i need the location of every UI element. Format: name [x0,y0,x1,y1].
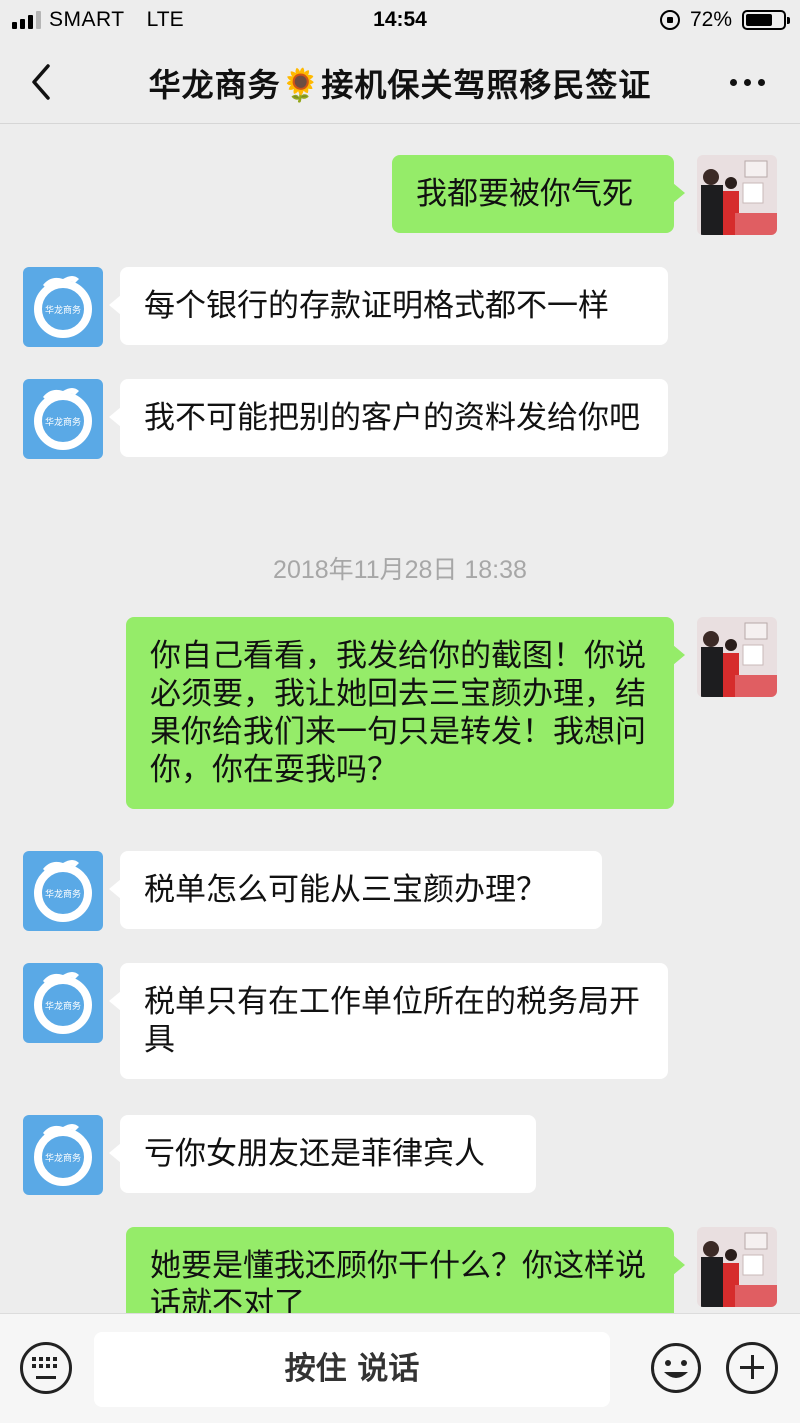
message-list[interactable]: 我都要被你气死 华龙商务 每个银行的存款证明格式都不一样 华龙商务 我不可能把别… [0,125,800,1313]
keyboard-icon [32,1357,60,1368]
message-bubble[interactable]: 你自己看看，我发给你的截图！你说必须要，我让她回去三宝颜办理，结果你给我们来一句… [126,617,685,809]
self-avatar[interactable] [697,155,777,235]
keyboard-toggle-button[interactable] [20,1342,72,1394]
contact-avatar[interactable]: 华龙商务 [23,851,103,931]
chat-header: 华龙商务🌻接机保关驾照移民签证 [0,42,800,124]
contact-avatar[interactable]: 华龙商务 [23,379,103,459]
self-avatar[interactable] [697,617,777,697]
user-photo-avatar [697,1227,777,1307]
hualong-logo-avatar: 华龙商务 [23,1115,103,1195]
hualong-logo-avatar: 华龙商务 [23,379,103,459]
hualong-logo-avatar: 华龙商务 [23,267,103,347]
message-bubble[interactable]: 税单怎么可能从三宝颜办理？ [109,851,602,929]
message-bubble[interactable]: 我都要被你气死 [392,155,685,233]
self-avatar[interactable] [697,1227,777,1307]
input-bar: 按住 说话 [0,1313,800,1423]
user-photo-avatar [697,155,777,235]
message-bubble[interactable]: 税单只有在工作单位所在的税务局开具 [109,963,668,1079]
logo-text: 华龙商务 [45,888,81,900]
battery-percent: 72% [689,8,732,31]
keyboard-spacebar [36,1376,56,1379]
logo-text: 华龙商务 [45,416,81,428]
logo-text: 华龙商务 [45,1000,81,1012]
contact-avatar[interactable]: 华龙商务 [23,267,103,347]
emoji-icon [651,1343,701,1393]
message-bubble[interactable]: 亏你女朋友还是菲律宾人 [109,1115,536,1193]
hualong-logo-avatar: 华龙商务 [23,963,103,1043]
more-dots-icon [730,78,737,86]
rotation-lock-icon [659,10,680,30]
more-dot [758,78,765,86]
more-actions-button[interactable] [726,1342,778,1394]
hold-to-talk-button[interactable]: 按住 说话 [94,1332,610,1407]
contact-avatar[interactable]: 华龙商务 [23,1115,103,1195]
message-bubble[interactable]: 她要是懂我还顾你干什么？你这样说话就不对了 [126,1227,685,1313]
message-timestamp: 2018年11月28日 18:38 [273,556,527,584]
battery-icon [742,10,790,30]
message-bubble[interactable]: 每个银行的存款证明格式都不一样 [109,267,668,345]
more-dot [744,78,751,86]
chat-title: 华龙商务🌻接机保关驾照移民签证 [148,66,652,104]
more-button[interactable] [730,70,770,94]
emoji-button[interactable] [650,1342,702,1394]
status-right: 72% [659,8,790,32]
status-bar: SMART LTE 14:54 72% [0,0,800,42]
contact-avatar[interactable]: 华龙商务 [23,963,103,1043]
message-bubble[interactable]: 我不可能把别的客户的资料发给你吧 [109,379,668,457]
hualong-logo-avatar: 华龙商务 [23,851,103,931]
battery-level [746,14,772,26]
user-photo-avatar [697,617,777,697]
logo-text: 华龙商务 [45,304,81,316]
logo-text: 华龙商务 [45,1152,81,1164]
